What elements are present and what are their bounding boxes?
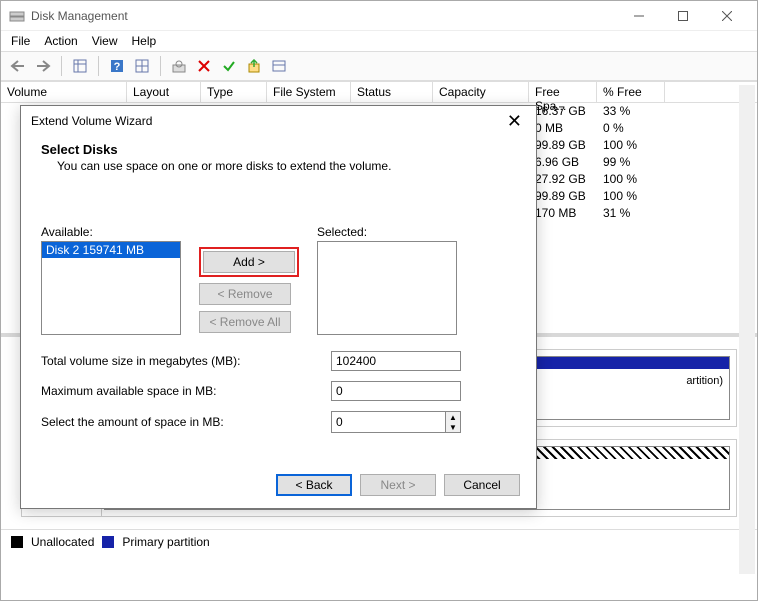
col-pct-free[interactable]: % Free — [597, 82, 665, 103]
cell-pct: 100 % — [597, 137, 665, 154]
legend-primary: Primary partition — [122, 535, 209, 549]
back-button[interactable]: < Back — [276, 474, 352, 496]
cell-free: 99.89 GB — [529, 137, 597, 154]
menu-file[interactable]: File — [11, 34, 30, 48]
select-space-label: Select the amount of space in MB: — [41, 415, 331, 429]
wizard-subheading: You can use space on one or more disks t… — [57, 159, 516, 173]
cell-free: 16.37 GB — [529, 103, 597, 120]
cell-pct: 0 % — [597, 120, 665, 137]
selected-label: Selected: — [317, 225, 457, 239]
table-icon[interactable] — [69, 55, 91, 77]
delete-icon[interactable] — [193, 55, 215, 77]
window-title: Disk Management — [31, 9, 617, 23]
toolbar: ? — [1, 51, 757, 81]
menu-action[interactable]: Action — [44, 34, 77, 48]
volume-list-header: Volume Layout Type File System Status Ca… — [1, 81, 757, 103]
menu-help[interactable]: Help — [132, 34, 157, 48]
list-icon[interactable] — [268, 55, 290, 77]
app-icon — [9, 8, 25, 24]
back-icon[interactable] — [7, 55, 29, 77]
available-label: Available: — [41, 225, 181, 239]
select-space-input[interactable]: 0 ▲ ▼ — [331, 411, 461, 433]
available-disks-list[interactable]: Disk 2 159741 MB — [41, 241, 181, 335]
max-space-value: 0 — [331, 381, 461, 401]
legend: Unallocated Primary partition — [1, 529, 757, 553]
add-highlight: Add > — [199, 247, 299, 277]
settings-icon[interactable] — [168, 55, 190, 77]
cell-pct: 100 % — [597, 171, 665, 188]
export-icon[interactable] — [243, 55, 265, 77]
titlebar: Disk Management — [1, 1, 757, 31]
col-layout[interactable]: Layout — [127, 82, 201, 103]
cell-free: 99.89 GB — [529, 188, 597, 205]
menubar: File Action View Help — [1, 31, 757, 51]
close-button[interactable] — [705, 2, 749, 30]
next-button[interactable]: Next > — [360, 474, 436, 496]
spinner-down-icon[interactable]: ▼ — [446, 422, 460, 432]
cell-free: 6.96 GB — [529, 154, 597, 171]
swatch-primary — [102, 536, 114, 548]
cell-free: 170 MB — [529, 205, 597, 222]
cell-pct: 33 % — [597, 103, 665, 120]
col-volume[interactable]: Volume — [1, 82, 127, 103]
scrollbar[interactable] — [739, 85, 755, 574]
spinner-up-icon[interactable]: ▲ — [446, 412, 460, 422]
cell-free: 27.92 GB — [529, 171, 597, 188]
col-file-system[interactable]: File System — [267, 82, 351, 103]
wizard-titlebar: Extend Volume Wizard ✕ — [21, 106, 536, 136]
selected-disks-list[interactable] — [317, 241, 457, 335]
cell-pct: 31 % — [597, 205, 665, 222]
check-icon[interactable] — [218, 55, 240, 77]
swatch-unallocated — [11, 536, 23, 548]
max-space-label: Maximum available space in MB: — [41, 384, 331, 398]
help-icon[interactable]: ? — [106, 55, 128, 77]
add-button[interactable]: Add > — [203, 251, 295, 273]
col-capacity[interactable]: Capacity — [433, 82, 529, 103]
cell-pct: 99 % — [597, 154, 665, 171]
list-item[interactable]: Disk 2 159741 MB — [42, 242, 180, 258]
forward-icon[interactable] — [32, 55, 54, 77]
cancel-button[interactable]: Cancel — [444, 474, 520, 496]
menu-view[interactable]: View — [92, 34, 118, 48]
remove-all-button[interactable]: < Remove All — [199, 311, 291, 333]
minimize-button[interactable] — [617, 2, 661, 30]
extend-volume-wizard: Extend Volume Wizard ✕ Select Disks You … — [20, 105, 537, 509]
cell-free: 0 MB — [529, 120, 597, 137]
wizard-title: Extend Volume Wizard — [31, 114, 503, 128]
grid-icon[interactable] — [131, 55, 153, 77]
maximize-button[interactable] — [661, 2, 705, 30]
legend-unallocated: Unallocated — [31, 535, 94, 549]
wizard-heading: Select Disks — [41, 142, 516, 157]
svg-text:?: ? — [114, 61, 121, 73]
remove-button[interactable]: < Remove — [199, 283, 291, 305]
total-size-value: 102400 — [331, 351, 461, 371]
cell-pct: 100 % — [597, 188, 665, 205]
select-space-value[interactable]: 0 — [331, 411, 445, 433]
disk-management-window: Disk Management File Action View Help ? — [0, 0, 758, 601]
col-free-space[interactable]: Free Spa... — [529, 82, 597, 103]
col-status[interactable]: Status — [351, 82, 433, 103]
col-type[interactable]: Type — [201, 82, 267, 103]
close-icon[interactable]: ✕ — [503, 111, 526, 132]
total-size-label: Total volume size in megabytes (MB): — [41, 354, 331, 368]
